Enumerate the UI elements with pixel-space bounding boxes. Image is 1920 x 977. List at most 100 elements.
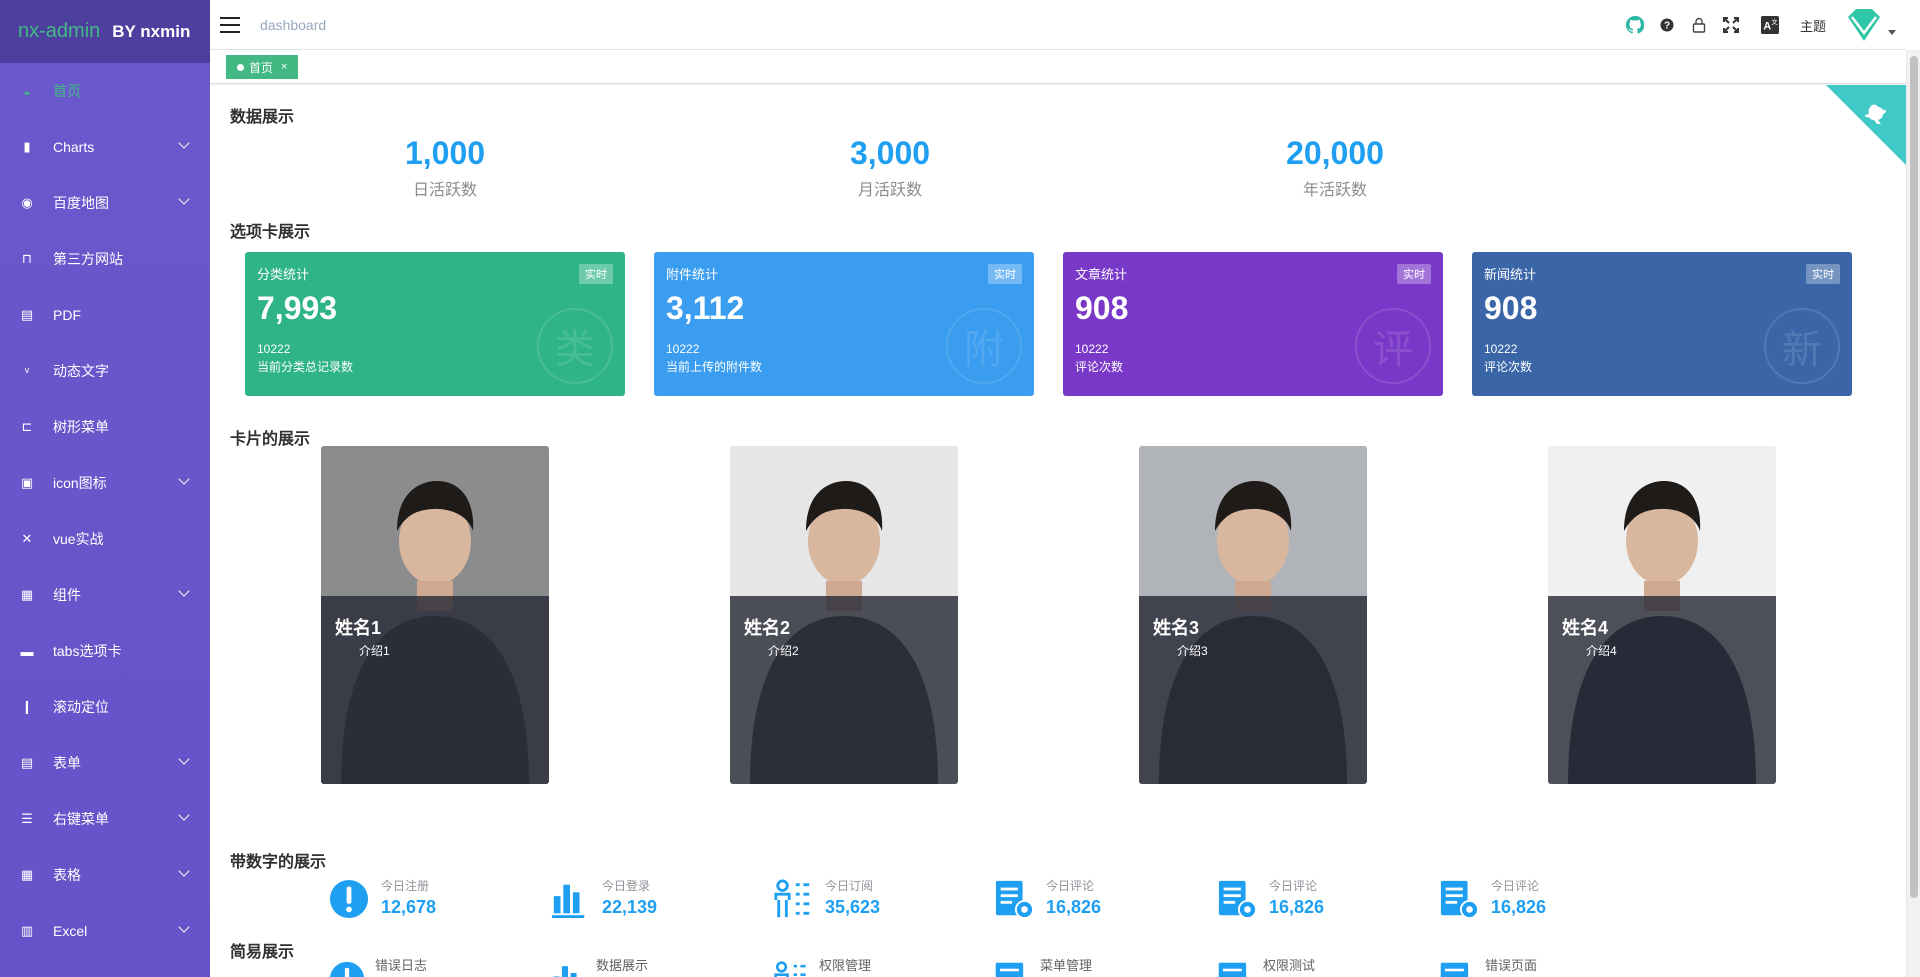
github-corner[interactable] xyxy=(1826,85,1906,165)
sidebar-item-14[interactable]: ▦ 表格 xyxy=(0,847,210,903)
svg-text:?: ? xyxy=(1664,21,1670,32)
language-icon[interactable]: A文 xyxy=(1760,16,1779,34)
svg-text:A: A xyxy=(1763,21,1771,33)
exclamation-circle-icon xyxy=(329,879,371,921)
sidebar-item-label: 组件 xyxy=(53,587,81,603)
sidebar-item-11[interactable]: ❙ 滚动定位 xyxy=(0,679,210,735)
stat-card[interactable]: 新闻统计 实时 908 10222 评论次数 新 xyxy=(1472,252,1852,396)
card-value: 7,993 xyxy=(257,290,338,326)
simple-label: 权限管理 xyxy=(819,958,872,973)
stat-value: 3,000 xyxy=(849,135,931,171)
scrollbar[interactable] xyxy=(1906,50,1920,977)
sidebar-item-label: 百度地图 xyxy=(53,195,109,211)
caret-down-icon[interactable] xyxy=(1888,29,1896,35)
breadcrumb[interactable]: dashboard xyxy=(260,17,326,33)
sidebar-item-label: 表单 xyxy=(53,755,81,771)
lock-icon[interactable] xyxy=(1690,16,1708,34)
sidebar-item-13[interactable]: ☰ 右键菜单 xyxy=(0,791,210,847)
sidebar-item-10[interactable]: ▬ tabs选项卡 xyxy=(0,623,210,679)
excel-icon: ▥ xyxy=(20,923,34,938)
table-icon: ▦ xyxy=(20,867,34,882)
scrollbar-thumb[interactable] xyxy=(1910,56,1918,898)
icon-icon: ▣ xyxy=(20,475,34,490)
card-sub-value: 10222 xyxy=(1075,342,1109,356)
simple-item[interactable]: 菜单管理 xyxy=(994,953,1174,977)
logo-main: nx-admin xyxy=(18,20,101,42)
exclamation-circle-icon xyxy=(329,961,369,977)
sidebar-item-9[interactable]: ▦ 组件 xyxy=(0,567,210,623)
dashboard-icon: ◒ xyxy=(23,83,31,99)
card-badge: 实时 xyxy=(1806,264,1840,284)
sidebar-item-label: 首页 xyxy=(53,83,81,99)
section-title-data: 数据展示 xyxy=(230,109,295,126)
sidebar-item-6[interactable]: ⊏ 树形菜单 xyxy=(0,399,210,455)
sidebar-item-7[interactable]: ▣ icon图标 xyxy=(0,455,210,511)
person-card[interactable]: 姓名4 介绍4 xyxy=(1548,446,1776,784)
number-item[interactable]: 今日注册 12,678 xyxy=(329,875,509,925)
sidebar-item-5[interactable]: ᵛ 动态文字 xyxy=(0,343,210,399)
hamburger-icon[interactable] xyxy=(220,16,240,33)
sidebar-item-1[interactable]: ▮ Charts xyxy=(0,119,210,175)
fullscreen-icon[interactable] xyxy=(1722,16,1740,34)
close-cross-icon: ✕ xyxy=(21,531,33,546)
simple-item[interactable]: 错误日志 xyxy=(329,953,509,977)
simple-item[interactable]: 错误页面 xyxy=(1439,953,1619,977)
tag-home[interactable]: 首页 × xyxy=(226,55,299,79)
number-value: 16,826 xyxy=(1046,897,1102,917)
stat-card[interactable]: 附件统计 实时 3,112 10222 当前上传的附件数 附 xyxy=(654,252,1034,396)
simple-item[interactable]: 权限测试 xyxy=(1217,953,1397,977)
theme-button[interactable]: 主题 xyxy=(1800,16,1826,35)
github-icon[interactable] xyxy=(1625,16,1644,34)
avatar[interactable] xyxy=(1844,5,1884,45)
person-card[interactable]: 姓名1 介绍1 xyxy=(321,446,549,784)
form-icon: ▤ xyxy=(20,755,34,770)
number-label: 今日评论 xyxy=(1491,879,1540,893)
sidebar-item-label: 树形菜单 xyxy=(53,419,109,435)
sidebar-item-0[interactable]: ◒ 首页 xyxy=(0,63,210,119)
sidebar-item-label: tabs选项卡 xyxy=(53,643,122,659)
card-watermark-icon: 新 xyxy=(1764,308,1840,384)
doc-icon xyxy=(1439,961,1479,977)
card-value: 908 xyxy=(1484,290,1538,326)
person-card[interactable]: 姓名3 介绍3 xyxy=(1139,446,1367,784)
stat-card[interactable]: 文章统计 实时 908 10222 评论次数 评 xyxy=(1063,252,1443,396)
card-description: 评论次数 xyxy=(1075,360,1124,374)
number-item[interactable]: 今日评论 16,826 xyxy=(994,875,1174,925)
number-item[interactable]: 今日订阅 35,623 xyxy=(773,875,953,925)
section-title-numbers: 带数字的展示 xyxy=(230,854,327,871)
sidebar-item-12[interactable]: ▤ 表单 xyxy=(0,735,210,791)
simple-item[interactable]: 数据展示 xyxy=(550,953,730,977)
simple-item[interactable]: 权限管理 xyxy=(773,953,953,977)
simple-label: 数据展示 xyxy=(596,958,649,973)
sidebar-item-3[interactable]: ⊓ 第三方网站 xyxy=(0,231,210,287)
chevron-down-icon xyxy=(178,753,190,765)
chevron-down-icon xyxy=(178,585,190,597)
card-badge: 实时 xyxy=(1397,264,1431,284)
number-item[interactable]: 今日评论 16,826 xyxy=(1217,875,1397,925)
person-card[interactable]: 姓名2 介绍2 xyxy=(730,446,958,784)
number-item[interactable]: 今日评论 16,826 xyxy=(1439,875,1619,925)
stat-card[interactable]: 分类统计 实时 7,993 10222 当前分类总记录数 类 xyxy=(245,252,625,396)
card-title: 文章统计 xyxy=(1075,267,1128,282)
person-name: 姓名1 xyxy=(335,618,382,638)
card-sub-value: 10222 xyxy=(257,342,291,356)
section-title-simple: 简易展示 xyxy=(230,944,295,961)
stat-value: 20,000 xyxy=(1286,135,1384,171)
sidebar-item-2[interactable]: ◉ 百度地图 xyxy=(0,175,210,231)
sidebar-item-label: Charts xyxy=(53,139,95,155)
tab-icon: ▬ xyxy=(20,643,34,659)
tag-close-icon[interactable]: × xyxy=(281,61,287,73)
stat-label: 日活跃数 xyxy=(412,182,477,199)
card-watermark-icon: 附 xyxy=(946,308,1022,384)
sidebar-item-15[interactable]: ▥ Excel xyxy=(0,903,210,959)
tag-label: 首页 xyxy=(249,60,274,75)
help-icon[interactable]: ? xyxy=(1658,16,1676,34)
chevron-down-icon xyxy=(178,193,190,205)
number-value: 22,139 xyxy=(602,897,658,917)
sidebar-item-8[interactable]: ✕ vue实战 xyxy=(0,511,210,567)
sidebar-item-4[interactable]: ▤ PDF xyxy=(0,287,210,343)
number-item[interactable]: 今日登录 22,139 xyxy=(550,875,730,925)
number-label: 今日注册 xyxy=(381,879,430,893)
logo[interactable]: nx-admin BY nxmin xyxy=(0,0,210,63)
number-label: 今日登录 xyxy=(602,879,651,893)
